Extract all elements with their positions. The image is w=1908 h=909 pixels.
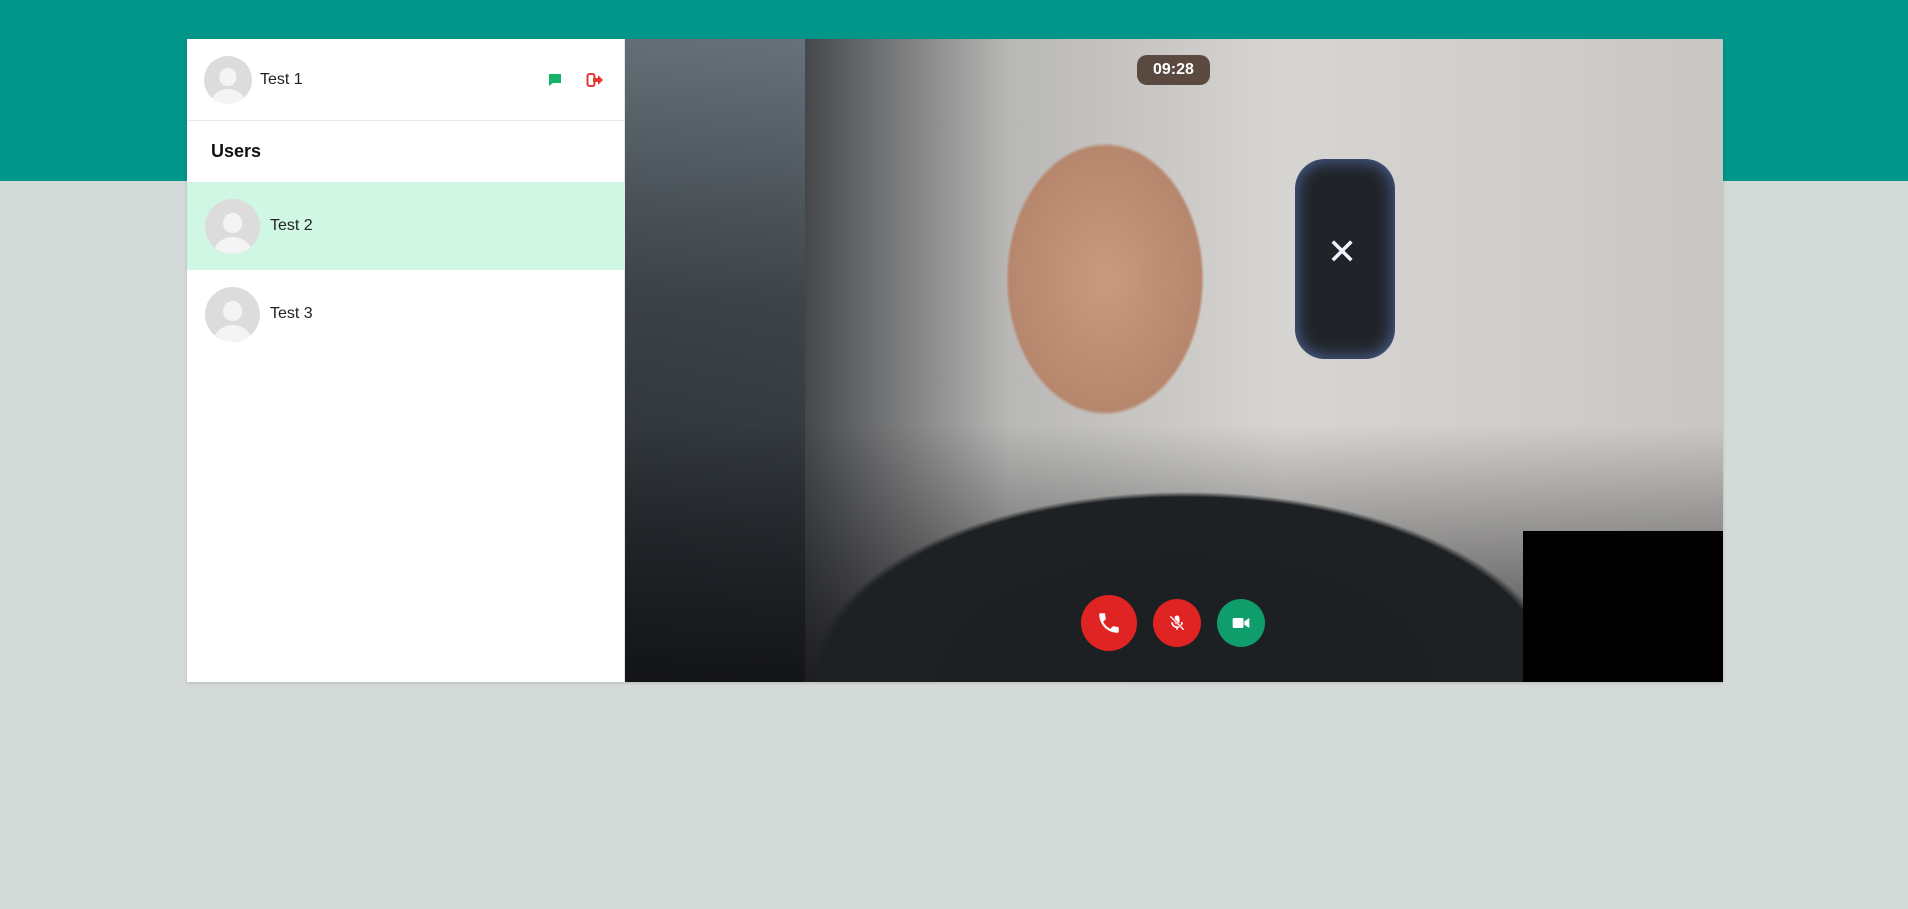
current-user-bar: Test 1 xyxy=(187,39,624,121)
call-timer: 09:28 xyxy=(1137,55,1210,85)
current-user-avatar xyxy=(204,55,252,104)
microphone-slash-icon xyxy=(1169,615,1185,631)
sidebar: Test 1 Users Test 2 Test 3 xyxy=(187,39,625,682)
user-avatar xyxy=(205,198,260,254)
end-call-button[interactable] xyxy=(1081,595,1137,651)
chat-icon[interactable] xyxy=(544,69,566,91)
user-name: Test 3 xyxy=(270,305,313,322)
local-video-preview xyxy=(1523,531,1723,682)
user-name: Test 2 xyxy=(270,217,313,234)
chat-app: Test 1 Users Test 2 Test 3 ✕ 09:28 xyxy=(187,39,1723,682)
user-list-item-test-3[interactable]: Test 3 xyxy=(187,270,624,358)
video-camera-icon xyxy=(1232,618,1250,628)
call-controls xyxy=(1081,595,1265,651)
remote-video: 09:28 xyxy=(625,39,1723,682)
mute-button[interactable] xyxy=(1153,599,1201,647)
video-headset xyxy=(1295,159,1395,359)
camera-button[interactable] xyxy=(1217,599,1265,647)
phone-icon xyxy=(1099,613,1119,633)
users-section-title: Users xyxy=(211,141,262,161)
logout-icon[interactable] xyxy=(584,69,606,91)
user-avatar xyxy=(205,286,260,342)
current-user-name: Test 1 xyxy=(260,70,303,88)
user-list-item-test-2[interactable]: Test 2 xyxy=(187,182,624,270)
